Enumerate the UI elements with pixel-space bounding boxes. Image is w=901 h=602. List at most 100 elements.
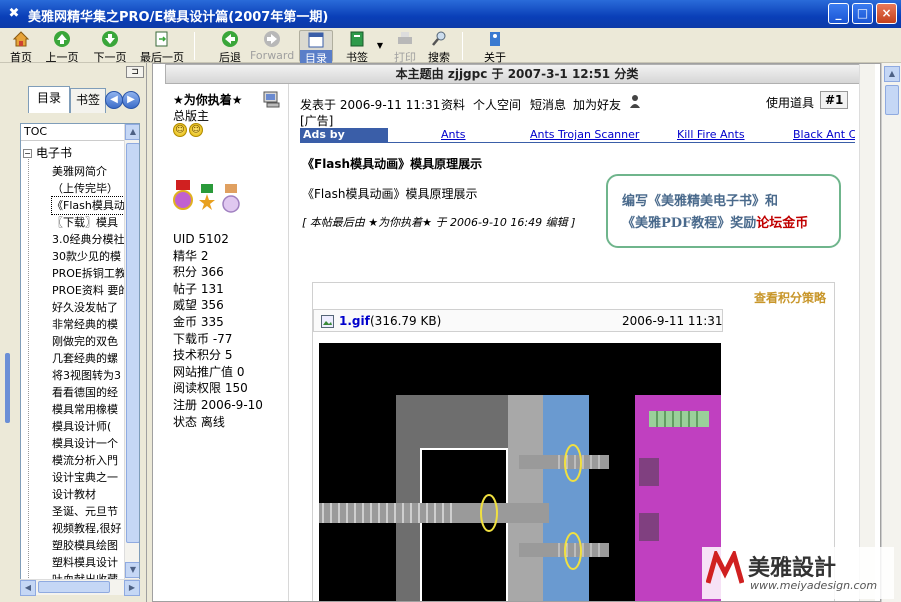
home-button[interactable]: 首页 xyxy=(4,30,38,64)
topic-header: 本主题由 zjjgpc 于 2007-3-1 12:51 分类 xyxy=(165,64,869,84)
title-bar: ✖ 美雅网精华集之PRO/E模具设计篇(2007年第一期) _ □ × xyxy=(0,0,901,28)
toc-button[interactable]: 目录 xyxy=(299,30,333,66)
toc-item[interactable]: 塑料模具设计 xyxy=(52,554,125,571)
scroll-left-icon[interactable]: ◀ xyxy=(20,580,36,596)
toc-item[interactable]: PROE资料 要的 xyxy=(52,282,125,299)
tab-toc[interactable]: 目录 xyxy=(28,86,70,113)
maximize-button[interactable]: □ xyxy=(852,3,873,24)
use-tool-link[interactable]: 使用道具 xyxy=(766,94,814,111)
user-stat: 注册 2006-9-10 xyxy=(173,398,263,412)
pane-splitter-handle[interactable] xyxy=(5,353,10,423)
toc-item[interactable]: 设计教材 xyxy=(52,486,125,503)
search-button[interactable]: 搜索 xyxy=(424,30,454,64)
toc-item[interactable]: 好久没发帖了 xyxy=(52,299,125,316)
scroll-up-icon[interactable]: ▲ xyxy=(125,124,139,140)
image-file-icon xyxy=(321,315,334,328)
ad-link[interactable]: Kill Fire Ants xyxy=(677,128,745,141)
toc-item[interactable]: 看看德国的经 xyxy=(52,384,125,401)
toc-item[interactable]: 非常经典的模 xyxy=(52,316,125,333)
toc-item[interactable]: PROE拆铜工教 xyxy=(52,265,125,282)
minimize-button[interactable]: _ xyxy=(828,3,849,24)
close-button[interactable]: × xyxy=(876,3,897,24)
strategy-link[interactable]: 查看积分策略 xyxy=(754,289,826,306)
last-page-icon xyxy=(155,31,168,47)
promo-line-1: 编写《美雅精美电子书》和 xyxy=(622,194,779,209)
prev-page-button[interactable]: 上一页 xyxy=(40,30,84,64)
post-area: 发表于 2006-9-11 11:31 资料 个人空间 短消息 加为好友 使用道… xyxy=(290,84,855,601)
toc-item[interactable]: 模流分析入門 xyxy=(52,452,125,469)
user-stat: 网站推广值 0 xyxy=(173,364,245,379)
mold-animation-image xyxy=(319,343,721,601)
floor-badge: #1 xyxy=(820,91,849,109)
brand-name: 美雅設計 xyxy=(748,556,837,581)
toc-item[interactable]: 〖下载〗模具 xyxy=(52,214,125,231)
toc-item[interactable]: 模具设计一个 xyxy=(52,435,125,452)
toc-item[interactable]: 3.0经典分模社 xyxy=(52,231,125,248)
toc-hscrollbar[interactable]: ◀ ▶ xyxy=(20,579,140,596)
scroll-down-icon[interactable]: ▼ xyxy=(125,562,139,578)
toc-item[interactable]: 视频教程,很好 xyxy=(52,520,125,537)
content-scrollbar[interactable]: ▲ xyxy=(881,63,901,602)
user-stat: 帖子 131 xyxy=(173,281,224,296)
author-name[interactable]: ★为你执着★ xyxy=(173,91,243,108)
ad-link[interactable]: Ants xyxy=(441,128,466,141)
toc-item[interactable]: 圣诞、元旦节 xyxy=(52,503,125,520)
user-stat: 状态 离线 xyxy=(173,414,225,429)
toc-root[interactable]: − 电子书 xyxy=(23,144,72,161)
toc-scrollbar[interactable]: ▲ ▼ xyxy=(124,124,139,580)
bookmark-dropdown[interactable]: ▼ xyxy=(376,30,384,62)
medal-icon xyxy=(173,180,193,210)
about-button[interactable]: 关于 xyxy=(480,30,510,64)
toc-item[interactable]: 刚做完的双色 xyxy=(52,333,125,350)
ad-tag: [广告] xyxy=(300,114,334,128)
toc-item[interactable]: 模具设计师( xyxy=(52,418,125,435)
forward-button[interactable]: Forward xyxy=(250,30,294,62)
attachment-date: 2006-9-11 11:31 xyxy=(622,314,723,328)
collapse-icon[interactable]: − xyxy=(23,149,32,158)
bookmark-button[interactable]: 书签 xyxy=(340,30,374,64)
profile-link[interactable]: 资料 xyxy=(441,96,465,113)
toc-item[interactable]: 塑胶模具绘图 xyxy=(52,537,125,554)
toc-panel-icon xyxy=(308,32,324,48)
content-inner-scrollbar[interactable] xyxy=(859,64,875,601)
message-link[interactable]: 短消息 xyxy=(530,96,566,113)
tab-bookmarks[interactable]: 书签 xyxy=(70,88,106,113)
post-body: 《Flash模具动画》模具原理展示 xyxy=(302,187,478,201)
ads-by-google-label[interactable]: Ads by Google xyxy=(300,128,388,155)
add-friend-link[interactable]: 加为好友 xyxy=(573,96,621,113)
bookmark-icon xyxy=(350,31,364,47)
tab-next-icon[interactable]: ▶ xyxy=(122,91,140,109)
space-link[interactable]: 个人空间 xyxy=(473,96,521,113)
last-page-button[interactable]: 最后一页 xyxy=(136,30,188,64)
attachment-name[interactable]: 1.gif xyxy=(339,314,370,328)
toc-item[interactable]: 模具常用橡模 xyxy=(52,401,125,418)
toc-header: TOC xyxy=(21,124,139,141)
toc-item[interactable]: 将3视图转为3 xyxy=(52,367,125,384)
post-title: 《Flash模具动画》模具原理展示 xyxy=(302,157,483,171)
smiley-icon: ☺ xyxy=(189,123,203,137)
pin-icon[interactable]: ⊐ xyxy=(126,66,144,78)
back-button[interactable]: 后退 xyxy=(212,30,248,64)
arrow-down-icon xyxy=(102,31,118,47)
toc-item[interactable]: 《Flash模具动 xyxy=(51,196,125,215)
content-pane: 本主题由 zjjgpc 于 2007-3-1 12:51 分类 ★为你执着★ 总… xyxy=(152,63,881,602)
print-button[interactable]: 打印 xyxy=(390,30,420,64)
hscroll-thumb[interactable] xyxy=(38,581,110,593)
next-page-button[interactable]: 下一页 xyxy=(88,30,132,64)
home-icon xyxy=(12,31,30,47)
scroll-right-icon[interactable]: ▶ xyxy=(124,580,140,596)
medal-icon xyxy=(222,184,240,213)
tab-prev-icon[interactable]: ◀ xyxy=(105,91,123,109)
toc-item[interactable]: 美雅网简介 xyxy=(52,163,125,180)
toc-item[interactable]: 30款少见的模 xyxy=(52,248,125,265)
scroll-thumb[interactable] xyxy=(126,143,139,543)
toc-tree: TOC − 电子书 美雅网简介 （上传完毕） 《Flash模具动 〖下载〗模具 3.0经典… xyxy=(20,123,140,595)
scroll-up-icon[interactable]: ▲ xyxy=(884,66,900,82)
ad-link[interactable]: Black Ant Co xyxy=(793,128,855,141)
toolbar: 首页 上一页 下一页 最后一页 后退 Forward 目录 书签 ▼ 打印 搜索… xyxy=(0,28,901,66)
scroll-thumb[interactable] xyxy=(885,85,899,115)
toc-item[interactable]: （上传完毕） xyxy=(52,180,125,197)
ad-link[interactable]: Ants Trojan Scanner xyxy=(530,128,639,141)
toc-item[interactable]: 设计宝典之一 xyxy=(52,469,125,486)
toc-item[interactable]: 几套经典的螺 xyxy=(52,350,125,367)
